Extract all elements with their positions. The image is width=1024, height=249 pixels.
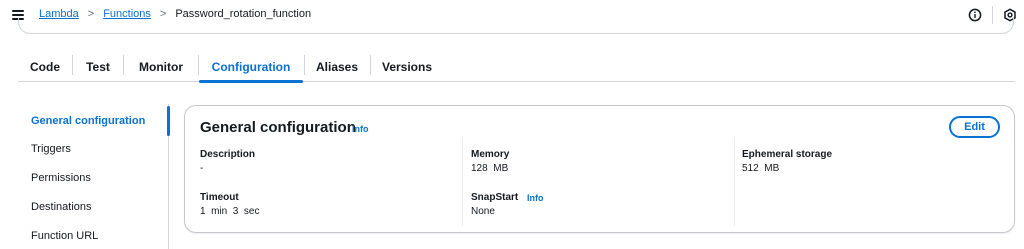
sidebar-item-destinations[interactable]: Destinations (31, 201, 92, 213)
general-configuration-panel: General configuration Info Edit Descript… (184, 105, 1015, 233)
column-divider (734, 138, 735, 226)
memory-value: 128 MB (471, 163, 509, 174)
tab-monitor[interactable]: Monitor (124, 52, 198, 81)
sidebar-item-permissions[interactable]: Permissions (31, 172, 91, 184)
timeout-value: 1 min 3 sec (200, 206, 260, 217)
sidebar-item-general-configuration[interactable]: General configuration (31, 115, 145, 127)
header-card-edge (18, 18, 1014, 34)
sidebar-item-function-url[interactable]: Function URL (31, 230, 98, 242)
snapstart-label: SnapStart (471, 192, 519, 203)
tab-test[interactable]: Test (73, 52, 123, 81)
sidebar: General configuration Triggers Permissio… (0, 104, 170, 249)
timeout-label: Timeout (200, 192, 239, 203)
sidebar-item-triggers[interactable]: Triggers (31, 143, 71, 155)
tab-configuration[interactable]: Configuration (199, 52, 303, 83)
panel-title: General configuration (200, 119, 356, 136)
ephemeral-storage-label: Ephemeral storage (742, 149, 833, 160)
tab-aliases[interactable]: Aliases (305, 52, 369, 81)
column-divider (462, 138, 463, 226)
tab-code[interactable]: Code (18, 52, 72, 81)
edit-button[interactable]: Edit (949, 116, 1000, 138)
memory-label: Memory (471, 149, 510, 160)
description-label: Description (200, 149, 256, 160)
ephemeral-storage-value: 512 MB (742, 163, 780, 174)
snapstart-value: None (471, 206, 495, 217)
sidebar-active-indicator (167, 106, 170, 136)
tab-versions[interactable]: Versions (371, 52, 443, 81)
snapstart-info-link[interactable]: Info (527, 193, 544, 203)
tab-bar: Code Test Monitor Configuration Aliases … (18, 52, 1015, 83)
panel-info-link[interactable]: Info (352, 124, 369, 134)
description-value: - (200, 163, 204, 174)
